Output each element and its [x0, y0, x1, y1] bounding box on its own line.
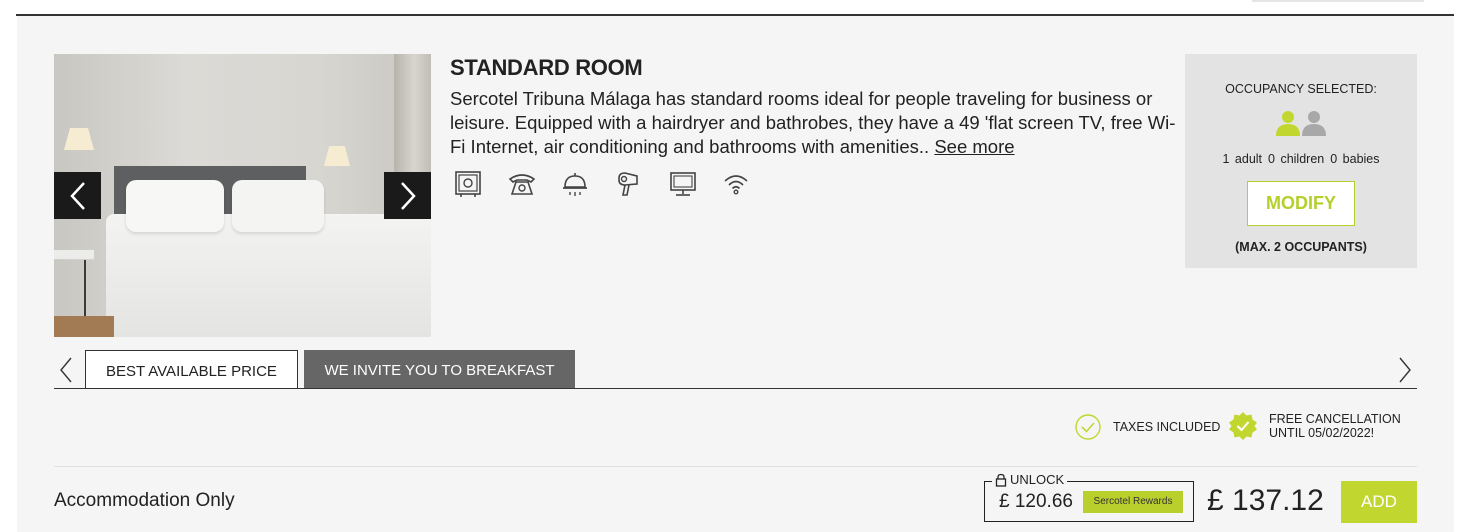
- taxes-included-badge: TAXES INCLUDED: [1074, 413, 1220, 441]
- occupancy-counts: 1 adult 0 children 0 babies: [1185, 152, 1417, 166]
- tabs-next-arrow[interactable]: [1397, 356, 1413, 384]
- adults-count: 1 adult: [1222, 152, 1263, 166]
- safe-icon: [454, 170, 484, 198]
- babies-count: 0 babies: [1330, 152, 1380, 166]
- occupancy-label: OCCUPANCY SELECTED:: [1225, 82, 1377, 96]
- taxes-included-text: TAXES INCLUDED: [1113, 420, 1221, 434]
- free-cancellation-badge: FREE CANCELLATION UNTIL 05/02/2022!: [1228, 411, 1401, 441]
- member-price: £ 120.66: [999, 491, 1073, 512]
- occupancy-panel: OCCUPANCY SELECTED: 1 adult 0 children 0 b…: [1185, 54, 1417, 268]
- room-description-text: Sercotel Tribuna Málaga has standard roo…: [450, 88, 1176, 157]
- rate-separator: [54, 466, 1417, 467]
- rate-price: £ 137.12: [1207, 484, 1324, 517]
- chevron-right-icon: [400, 181, 416, 210]
- free-cancellation-line2: UNTIL 05/02/2022!: [1269, 426, 1375, 440]
- check-circle-icon: [1075, 414, 1101, 440]
- telephone-icon: [507, 170, 537, 198]
- tab-best-available-price[interactable]: BEST AVAILABLE PRICE: [85, 350, 298, 389]
- wifi-icon: [721, 170, 751, 198]
- sercotel-rewards-badge[interactable]: Sercotel Rewards: [1083, 491, 1183, 513]
- tab-breakfast[interactable]: WE INVITE YOU TO BREAKFAST: [304, 350, 575, 389]
- room-description: Sercotel Tribuna Málaga has standard roo…: [450, 87, 1180, 159]
- tv-icon: [668, 170, 698, 198]
- add-button[interactable]: ADD: [1341, 481, 1417, 523]
- room-service-icon: [560, 170, 590, 198]
- tabs-baseline: [54, 388, 1417, 389]
- tabs-prev-arrow[interactable]: [58, 356, 74, 384]
- occupants-icon: [1276, 111, 1326, 136]
- badge-check-icon: [1229, 412, 1257, 440]
- top-box: [1252, 0, 1424, 2]
- free-cancellation-text: FREE CANCELLATION UNTIL 05/02/2022!: [1269, 412, 1401, 440]
- hairdryer-icon: [613, 170, 643, 198]
- rate-name: Accommodation Only: [54, 490, 235, 511]
- max-occupants: (MAX. 2 OCCUPANTS): [1235, 240, 1367, 254]
- room-photo[interactable]: [54, 54, 431, 337]
- modify-button[interactable]: MODIFY: [1247, 181, 1355, 226]
- room-title: STANDARD ROOM: [450, 55, 643, 80]
- photo-prev-button[interactable]: [54, 172, 101, 219]
- unlock-label: UNLOCK: [992, 472, 1068, 487]
- see-more-link[interactable]: See more: [934, 136, 1014, 157]
- free-cancellation-line1: FREE CANCELLATION: [1269, 412, 1401, 426]
- children-count: 0 children: [1268, 152, 1325, 166]
- photo-next-button[interactable]: [384, 172, 431, 219]
- unlock-text: UNLOCK: [1010, 472, 1065, 487]
- lock-icon: [995, 473, 1007, 487]
- chevron-left-icon: [69, 181, 85, 210]
